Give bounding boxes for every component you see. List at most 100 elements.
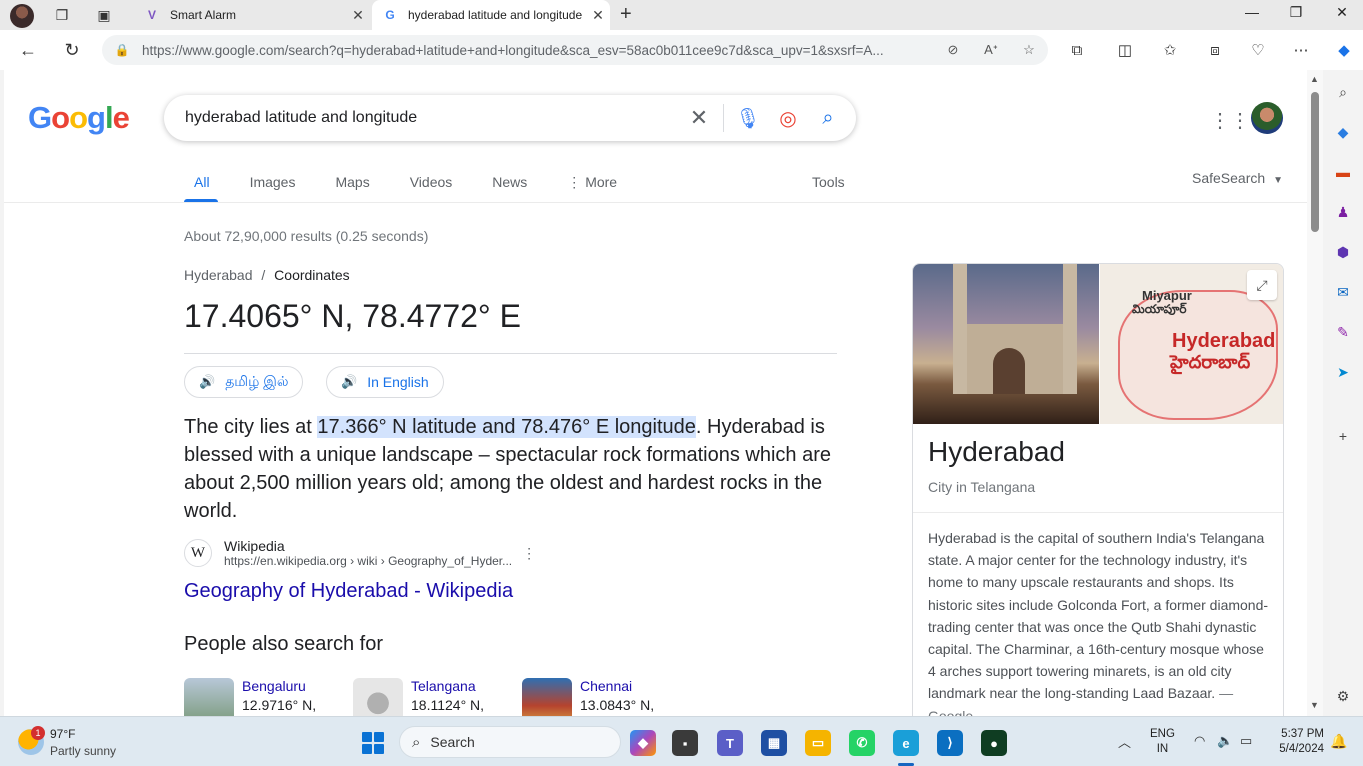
- edge-icon[interactable]: e: [893, 730, 919, 756]
- restore-icon[interactable]: ❐: [1276, 4, 1316, 21]
- language-indicator[interactable]: ENG IN: [1150, 727, 1175, 757]
- search-input[interactable]: hyderabad latitude and longitude: [164, 109, 679, 127]
- mongodb-compass-icon[interactable]: ●: [981, 730, 1007, 756]
- browser-toolbar: ← ↻ 🔒 https://www.google.com/search?q=hy…: [0, 30, 1363, 70]
- tab-news[interactable]: News: [482, 170, 535, 202]
- whatsapp-icon[interactable]: ✆: [849, 730, 875, 756]
- url-text[interactable]: https://www.google.com/search?q=hyderaba…: [142, 43, 934, 58]
- minimize-icon[interactable]: —: [1232, 4, 1272, 20]
- sidebar-add-icon[interactable]: +: [1333, 426, 1353, 446]
- kp-description-text: Hyderabad is the capital of southern Ind…: [928, 530, 1269, 702]
- copilot-taskbar-icon[interactable]: ◆: [630, 730, 656, 756]
- browser-profile-avatar[interactable]: [10, 4, 34, 28]
- audio-label: தமிழ் இல்: [225, 372, 289, 389]
- tab-images[interactable]: Images: [240, 170, 304, 202]
- sidebar-search-icon[interactable]: ⌕: [1333, 82, 1353, 102]
- weather-description[interactable]: Partly sunny: [50, 744, 116, 758]
- sidebar-copilot-icon[interactable]: ⬢: [1333, 242, 1353, 262]
- favorite-star-icon[interactable]: ☆: [1010, 42, 1048, 58]
- lock-icon[interactable]: 🔒: [102, 43, 142, 57]
- sidebar-send-icon[interactable]: ➤: [1333, 362, 1353, 382]
- show-hidden-icons-icon[interactable]: ︿: [1118, 732, 1131, 751]
- google-apps-icon[interactable]: ⋮⋮⋮: [1210, 108, 1270, 132]
- sidebar-shopping-icon[interactable]: ◆: [1333, 122, 1353, 142]
- tab-all[interactable]: All: [184, 170, 218, 202]
- breadcrumb-current: Coordinates: [274, 267, 350, 283]
- people-also-search-item[interactable]: Telangana 18.1124° N,: [353, 678, 484, 716]
- scroll-thumb[interactable]: [1311, 92, 1319, 232]
- people-also-search-title: People also search for: [184, 633, 384, 655]
- scroll-up-icon[interactable]: ▲: [1310, 74, 1319, 84]
- sidebar-settings-icon[interactable]: ⚙: [1333, 686, 1353, 706]
- address-bar[interactable]: 🔒 https://www.google.com/search?q=hydera…: [102, 35, 1048, 65]
- split-screen-icon[interactable]: ◫: [1113, 38, 1137, 62]
- close-tab-icon[interactable]: ✕: [586, 7, 610, 24]
- tab-more[interactable]: ⋮ More: [557, 170, 625, 202]
- more-options-icon[interactable]: ⋮: [522, 545, 536, 562]
- read-aloud-icon[interactable]: Aᐩ: [972, 42, 1010, 58]
- tab-videos[interactable]: Videos: [400, 170, 461, 202]
- hyderabad-map-thumbnail[interactable]: Miyapur మియాపూర్ Hyderabad హైదరాబాద్ ⤢: [1100, 264, 1283, 424]
- start-button[interactable]: [362, 732, 384, 754]
- tab-actions-icon[interactable]: ▣: [91, 4, 117, 26]
- taskbar-search[interactable]: ⌕ Search: [399, 726, 621, 758]
- new-tab-icon[interactable]: +: [620, 3, 632, 26]
- page-scrollbar[interactable]: ▲ ▼: [1307, 70, 1323, 716]
- refresh-icon[interactable]: ↻: [60, 38, 84, 62]
- sidebar-designer-icon[interactable]: ✎: [1333, 322, 1353, 342]
- settings-more-icon[interactable]: ⋯: [1289, 38, 1313, 62]
- divider: [913, 512, 1283, 513]
- task-view-icon[interactable]: ▪: [672, 730, 698, 756]
- breadcrumb-parent[interactable]: Hyderabad: [184, 267, 253, 283]
- wifi-icon[interactable]: ◠: [1194, 733, 1205, 749]
- file-explorer-icon[interactable]: ▭: [805, 730, 831, 756]
- bengaluru-thumbnail: [184, 678, 234, 716]
- audio-tamil-button[interactable]: 🔊 தமிழ் இல்: [184, 366, 304, 398]
- notifications-bell-icon[interactable]: 🔔: [1330, 733, 1347, 750]
- extensions-icon[interactable]: ⧉: [1065, 38, 1089, 62]
- lens-search-icon[interactable]: ◎: [768, 98, 808, 138]
- close-window-icon[interactable]: ✕: [1322, 4, 1362, 21]
- battery-icon[interactable]: ▭: [1240, 733, 1252, 749]
- close-tab-icon[interactable]: ✕: [346, 7, 370, 24]
- sidebar-outlook-icon[interactable]: ✉: [1333, 282, 1353, 302]
- minaret: [1063, 264, 1077, 394]
- tab-google-search[interactable]: G hyderabad latitude and longitude ✕: [372, 0, 610, 30]
- people-also-search-item[interactable]: Chennai 13.0843° N,: [522, 678, 654, 716]
- speaker-icon: 🔊: [199, 374, 216, 389]
- workspaces-icon[interactable]: ❐: [49, 4, 75, 26]
- browser-essentials-icon[interactable]: ♡: [1246, 38, 1270, 62]
- expand-icon[interactable]: ⤢: [1247, 270, 1277, 300]
- collections-icon[interactable]: ⧈: [1203, 38, 1227, 62]
- search-icon[interactable]: ⌕: [808, 98, 848, 138]
- tools-button[interactable]: Tools: [812, 174, 845, 190]
- sidebar-tools-icon[interactable]: ▬: [1333, 162, 1353, 182]
- result-title-link[interactable]: Geography of Hyderabad - Wikipedia: [184, 580, 513, 603]
- account-avatar[interactable]: [1251, 102, 1283, 134]
- favorites-icon[interactable]: ✩: [1158, 38, 1182, 62]
- store-icon[interactable]: ▦: [761, 730, 787, 756]
- volume-icon[interactable]: 🔈: [1217, 733, 1233, 749]
- tab-smart-alarm[interactable]: V Smart Alarm ✕: [134, 0, 370, 30]
- snippet-highlight: 17.366° N latitude and 78.476° E longitu…: [317, 416, 696, 438]
- tab-maps[interactable]: Maps: [325, 170, 377, 202]
- weather-temperature[interactable]: 97°F: [50, 727, 75, 741]
- vscode-icon[interactable]: ⟩: [937, 730, 963, 756]
- voice-search-icon[interactable]: 🎙: [728, 98, 768, 138]
- scroll-down-icon[interactable]: ▼: [1310, 700, 1319, 710]
- tab-title: Smart Alarm: [170, 8, 237, 22]
- safesearch-button[interactable]: SafeSearch ▼: [1192, 170, 1283, 186]
- copilot-icon[interactable]: ◆: [1332, 38, 1356, 62]
- back-icon[interactable]: ←: [16, 38, 40, 62]
- google-logo[interactable]: Google: [28, 100, 130, 136]
- system-clock[interactable]: 5:37 PM 5/4/2024: [1270, 727, 1324, 757]
- clear-search-icon[interactable]: ✕: [679, 98, 719, 138]
- sidebar-games-icon[interactable]: ♟: [1333, 202, 1353, 222]
- charminar-photo[interactable]: [913, 264, 1099, 424]
- snippet-source[interactable]: W Wikipedia https://en.wikipedia.org › w…: [184, 538, 536, 568]
- people-also-search-item[interactable]: Bengaluru 12.9716° N,: [184, 678, 316, 716]
- audio-english-button[interactable]: 🔊 In English: [326, 366, 444, 398]
- search-box[interactable]: hyderabad latitude and longitude ✕ 🎙 ◎ ⌕: [164, 95, 856, 141]
- tracking-prevention-icon[interactable]: ⊘: [934, 42, 972, 58]
- teams-icon[interactable]: T: [717, 730, 743, 756]
